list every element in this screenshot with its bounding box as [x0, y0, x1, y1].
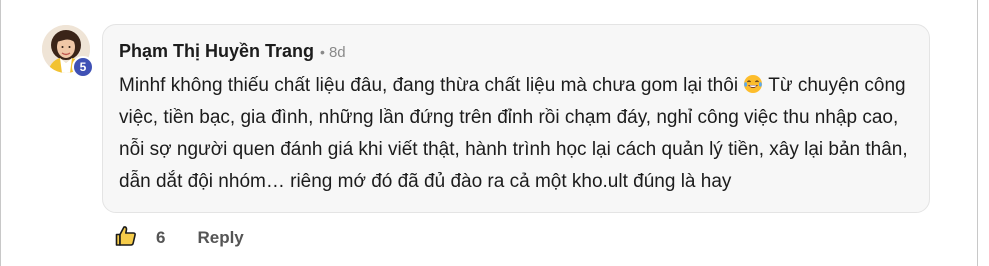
author-name[interactable]: Phạm Thị Huyền Trang — [119, 41, 314, 62]
comment-body: Minhf không thiếu chất liệu đâu, đang th… — [119, 70, 919, 198]
like-count: 6 — [156, 228, 166, 247]
separator-dot: • — [320, 44, 325, 60]
comment-text-part1: Minhf không thiếu chất liệu đâu, đang th… — [119, 75, 744, 96]
avatar-container[interactable]: 5 — [42, 25, 94, 78]
comment-actions: 6 Reply — [114, 225, 244, 251]
reply-button[interactable]: Reply — [197, 228, 243, 248]
comment: 5 Phạm Thị Huyền Trang • 8d Minhf không … — [0, 0, 989, 266]
laughing-tears-emoji-icon — [743, 73, 763, 93]
thumbs-up-icon[interactable] — [114, 224, 138, 253]
level-badge: 5 — [72, 56, 94, 78]
comment-header: Phạm Thị Huyền Trang • 8d — [119, 41, 346, 62]
comment-bubble: Phạm Thị Huyền Trang • 8d Minhf không th… — [102, 24, 930, 213]
comment-timestamp[interactable]: 8d — [329, 44, 346, 61]
like-button[interactable]: 6 — [114, 224, 165, 253]
